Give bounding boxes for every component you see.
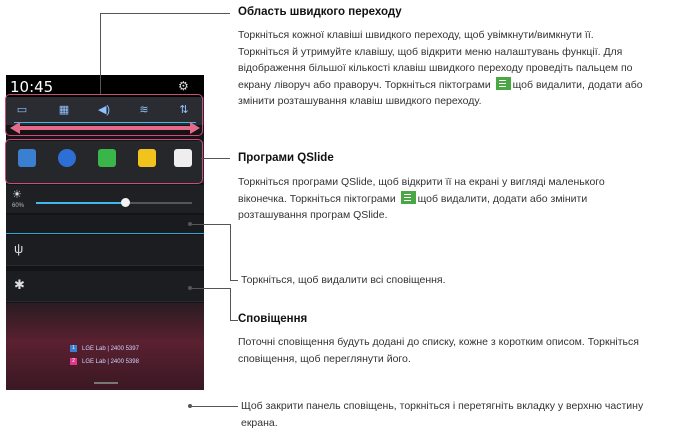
panel-drag-handle[interactable] — [94, 382, 118, 384]
brightness-knob[interactable] — [120, 198, 130, 207]
quick-settings-highlight — [5, 94, 203, 136]
clear-description: Торкніться, щоб видалити всі сповіщення. — [241, 274, 446, 286]
callout-line — [230, 280, 238, 281]
quick-settings-description: Торкніться кожної клавіші швидкого перех… — [238, 27, 686, 110]
wallpaper: 1 LGE Lab | 2400 5397 2 LGE Lab | 2400 5… — [6, 303, 204, 390]
wallpaper-text: LGE Lab | 2400 5398 — [82, 359, 139, 365]
notifications-title: Сповіщення — [238, 313, 308, 325]
text-fragment: віконечка. Торкніться піктограми — [238, 192, 396, 205]
brightness-percent: 60% — [12, 203, 25, 209]
usb-icon: ψ — [14, 241, 24, 256]
close-panel-description: Щоб закрити панель сповіщень, торкніться… — [241, 398, 686, 431]
edit-list-icon — [495, 76, 511, 90]
text-line: відображення більшої кількості клавіш шв… — [238, 62, 633, 74]
text-line: Поточні сповіщення будуть додані до спис… — [238, 336, 639, 348]
qslide-highlight — [5, 139, 203, 184]
wallpaper-text: LGE Lab | 2400 5397 — [82, 346, 139, 352]
notifications-description: Поточні сповіщення будуть додані до спис… — [238, 334, 686, 367]
gear-icon[interactable]: ⚙ — [178, 79, 189, 93]
notification-item[interactable]: ψ — [6, 235, 204, 266]
callout-line — [100, 13, 230, 14]
callout-line — [230, 288, 231, 321]
android-debug-icon: ✱ — [14, 277, 25, 292]
text-line: екрана. — [241, 416, 278, 429]
text-line: змінити розташування клавіш швидкого пер… — [238, 95, 482, 107]
qslide-title: Програми QSlide — [238, 152, 334, 164]
clear-notifications-area[interactable] — [6, 215, 204, 234]
quick-settings-title: Область швидкого переходу — [238, 6, 402, 18]
callout-line — [190, 288, 230, 289]
callout-line — [100, 13, 101, 94]
text-fragment: екрану ліворуч або праворуч. Торкніться … — [238, 78, 491, 91]
brightness-row — [6, 185, 204, 213]
text-line: Торкніться програми QSlide, щоб відкрити… — [238, 176, 605, 188]
text-line: Торкніться кожної клавіші швидкого перех… — [238, 29, 594, 41]
callout-line — [230, 224, 231, 280]
text-line: екрану ліворуч або праворуч. Торкніться … — [238, 76, 686, 94]
callout-line — [201, 158, 230, 159]
text-fragment: щоб видалити, додати або — [512, 78, 643, 91]
text-line: Торкніться й утримуйте клавішу, щоб відк… — [238, 45, 623, 58]
text-line: сповіщення, щоб переглянути його. — [238, 352, 411, 365]
text-fragment: щоб видалити, додати або змінити — [417, 192, 588, 205]
text-line: розташування програм QSlide. — [238, 209, 388, 221]
callout-line — [190, 224, 230, 225]
badge: 2 — [70, 358, 77, 365]
badge: 1 — [70, 345, 77, 352]
brightness-icon: ☀ — [12, 189, 22, 201]
qslide-description: Торкніться програми QSlide, щоб відкрити… — [238, 174, 686, 224]
callout-line — [190, 406, 238, 407]
text-line: віконечка. Торкніться піктограми щоб вид… — [238, 190, 686, 208]
edit-list-icon — [400, 190, 416, 204]
callout-line — [230, 320, 238, 321]
brightness-fill — [36, 202, 125, 204]
text-line: Щоб закрити панель сповіщень, торкніться… — [241, 400, 644, 412]
notification-item[interactable]: ✱ — [6, 271, 204, 302]
